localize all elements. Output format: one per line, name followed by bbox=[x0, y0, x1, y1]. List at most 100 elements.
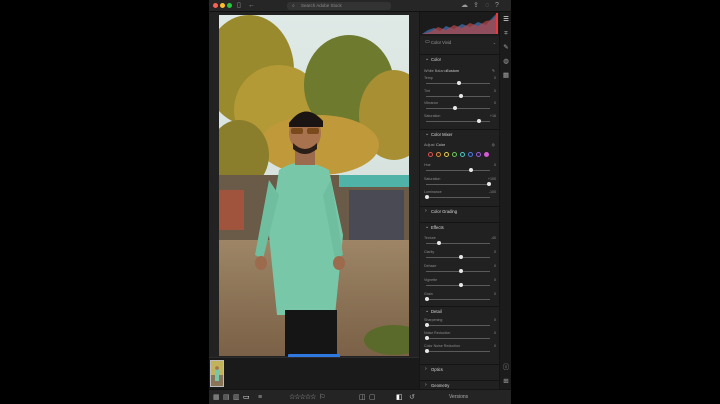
minimize-window-button[interactable] bbox=[220, 3, 225, 8]
noise-reduction-slider-row: Noise Reduction 0 bbox=[420, 331, 499, 343]
dehaze-slider-knob[interactable] bbox=[459, 269, 464, 273]
flag-icon[interactable]: ⚐ bbox=[319, 393, 325, 402]
compare-icon[interactable]: ◫ bbox=[359, 393, 366, 402]
profile-chevron-icon: ⌄ bbox=[492, 41, 496, 45]
presets-bottom-icon[interactable]: ⊞ bbox=[502, 378, 510, 386]
color-noise-reduction-slider-knob[interactable] bbox=[425, 349, 430, 353]
cloud-sync-icon[interactable]: ☁ bbox=[461, 1, 468, 11]
sharpening-value[interactable]: 0 bbox=[494, 318, 496, 322]
geometry-header[interactable]: › Geometry bbox=[420, 380, 499, 389]
clarity-value[interactable]: 0 bbox=[494, 250, 496, 254]
back-arrow-icon[interactable]: ← bbox=[248, 1, 255, 11]
luminance-slider-knob[interactable] bbox=[425, 195, 430, 199]
grain-slider-knob[interactable] bbox=[425, 297, 430, 301]
bottom-toolbar: ▦ ▤ ▥ ▭ ≡ ☆☆☆☆☆ ⚐ ◫ ▢ ◧ ↺ Versions bbox=[209, 389, 511, 404]
zoom-window-button[interactable] bbox=[227, 3, 232, 8]
sidebar-toggle-icon[interactable]: ▯ bbox=[237, 1, 241, 11]
photo-canvas[interactable]: Undo Texture = -0(+40) bbox=[209, 12, 419, 367]
tint-slider-track[interactable] bbox=[426, 95, 490, 97]
color-noise-reduction-value[interactable]: 0 bbox=[494, 344, 496, 348]
edit-sliders-icon[interactable]: ☰ bbox=[502, 16, 510, 24]
dehaze-value[interactable]: 0 bbox=[494, 264, 496, 268]
info-icon[interactable]: ⓘ bbox=[502, 364, 510, 372]
filmstrip-thumbnail[interactable] bbox=[210, 360, 224, 387]
optics-header[interactable]: › Optics bbox=[420, 364, 499, 373]
share-icon[interactable]: ⇪ bbox=[473, 1, 479, 11]
dehaze-slider-track[interactable] bbox=[426, 271, 490, 272]
vignette-value[interactable]: 0 bbox=[494, 278, 496, 282]
hue-slider-knob[interactable] bbox=[468, 168, 473, 172]
clarity-slider-knob[interactable] bbox=[459, 255, 464, 259]
profile-row[interactable]: ▭ Color Vivid ⌄ bbox=[420, 38, 499, 47]
noise-reduction-slider-track[interactable] bbox=[426, 338, 490, 339]
crop-icon[interactable]: ⌗ bbox=[502, 30, 510, 38]
vibrance-value[interactable]: 0 bbox=[494, 101, 496, 105]
before-after-icon[interactable]: ◧ bbox=[396, 393, 403, 402]
adjust-select[interactable]: Color bbox=[436, 143, 445, 147]
luminance-value[interactable]: -100 bbox=[489, 190, 496, 194]
help-icon[interactable]: ? bbox=[495, 1, 499, 11]
vibrance-slider-track[interactable] bbox=[426, 108, 490, 109]
color-noise-reduction-slider-track[interactable] bbox=[426, 351, 490, 352]
saturation-value[interactable]: +16 bbox=[490, 114, 496, 118]
texture-value[interactable]: -40 bbox=[491, 236, 496, 240]
temp-value[interactable]: 0 bbox=[494, 76, 496, 80]
white-balance-select[interactable]: Custom bbox=[446, 69, 459, 73]
hue-slider-track[interactable] bbox=[426, 170, 490, 171]
saturation-slider-knob[interactable] bbox=[487, 181, 492, 186]
detail-view-icon[interactable]: ▥ bbox=[233, 393, 240, 402]
detail-header[interactable]: ⌄ Detail bbox=[420, 306, 499, 315]
color-swatch[interactable] bbox=[444, 152, 449, 157]
close-window-button[interactable] bbox=[213, 3, 218, 8]
effects-header[interactable]: ⌄ Effects bbox=[420, 222, 499, 231]
color-swatch[interactable] bbox=[476, 152, 481, 157]
color-swatch[interactable] bbox=[428, 152, 433, 157]
star-rating-icon[interactable]: ☆☆☆☆☆ bbox=[289, 393, 316, 402]
sharpening-slider-track[interactable] bbox=[426, 325, 490, 326]
color-swatch[interactable] bbox=[436, 152, 441, 157]
luminance-slider-track[interactable] bbox=[426, 197, 490, 198]
clarity-slider-track[interactable] bbox=[426, 257, 490, 258]
dehaze-label: Dehaze bbox=[424, 264, 437, 268]
temp-slider-knob[interactable] bbox=[457, 81, 462, 85]
color-grading-header[interactable]: › Color Grading bbox=[420, 206, 499, 215]
grid-view-icon[interactable]: ▦ bbox=[213, 393, 220, 402]
edited-photo[interactable] bbox=[219, 15, 409, 356]
tint-slider-knob[interactable] bbox=[459, 93, 464, 98]
sharpening-slider-knob[interactable] bbox=[425, 323, 430, 327]
saturation-slider-knob[interactable] bbox=[477, 118, 482, 123]
color-swatch[interactable] bbox=[484, 152, 489, 157]
color-swatch[interactable] bbox=[460, 152, 465, 157]
square-grid-icon[interactable]: ▤ bbox=[223, 393, 230, 402]
texture-slider-knob[interactable] bbox=[436, 241, 441, 245]
vibrance-slider-knob[interactable] bbox=[452, 106, 457, 110]
versions-button[interactable]: Versions bbox=[449, 394, 468, 400]
vignette-slider-knob[interactable] bbox=[459, 283, 464, 287]
grain-value[interactable]: 0 bbox=[494, 292, 496, 296]
saturation-slider-track[interactable] bbox=[426, 183, 490, 185]
color-mixer-header[interactable]: ⌄ Color Mixer bbox=[420, 129, 499, 138]
color-swatch[interactable] bbox=[468, 152, 473, 157]
sort-icon[interactable]: ≡ bbox=[258, 393, 262, 402]
search-input[interactable]: ⌕ Search Adobe Stock bbox=[287, 2, 391, 10]
color-swatch[interactable] bbox=[452, 152, 457, 157]
color-section-header[interactable]: ⌄ Color bbox=[420, 54, 499, 63]
masking-icon[interactable]: ◍ bbox=[502, 58, 510, 66]
single-view-icon[interactable]: ▭ bbox=[243, 393, 250, 402]
target-adjust-icon[interactable]: ◎ bbox=[492, 142, 495, 147]
fit-zoom-icon[interactable]: ▢ bbox=[369, 393, 376, 402]
hue-value[interactable]: 0 bbox=[494, 163, 496, 167]
reset-icon[interactable]: ↺ bbox=[409, 393, 415, 402]
notifications-icon[interactable]: ◌ bbox=[485, 1, 489, 11]
noise-reduction-value[interactable]: 0 bbox=[494, 331, 496, 335]
geometry-title: Geometry bbox=[431, 383, 450, 388]
tint-value[interactable]: 0 bbox=[494, 89, 496, 93]
presets-icon[interactable]: ▦ bbox=[502, 72, 510, 80]
vignette-slider-track[interactable] bbox=[426, 285, 490, 286]
saturation-value[interactable]: +100 bbox=[488, 177, 496, 181]
noise-reduction-slider-knob[interactable] bbox=[425, 336, 430, 340]
texture-slider-track[interactable] bbox=[426, 243, 490, 244]
eyedropper-icon[interactable]: ✎ bbox=[492, 68, 495, 73]
grain-slider-track[interactable] bbox=[426, 299, 490, 300]
healing-brush-icon[interactable]: ✎ bbox=[502, 44, 510, 52]
